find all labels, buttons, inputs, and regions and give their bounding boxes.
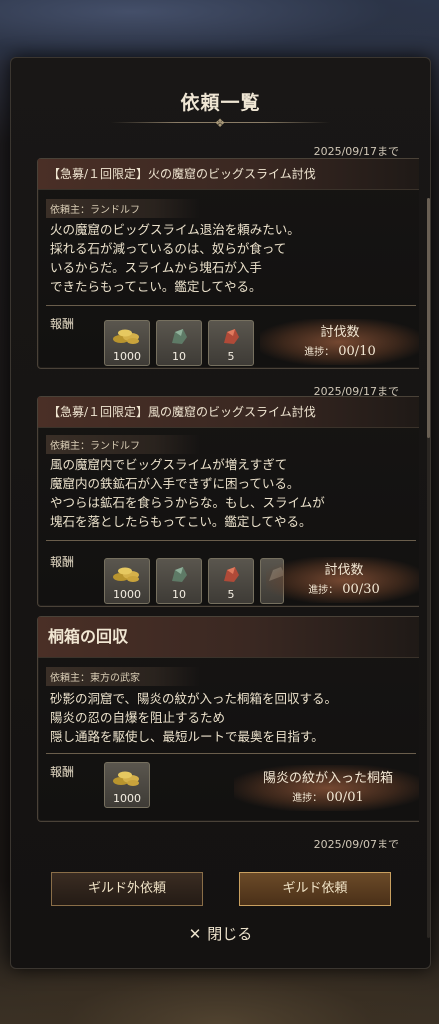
reward-count: 1000 — [113, 792, 141, 805]
guild-quests-button[interactable]: ギルド依頼 — [239, 872, 391, 906]
quest-card[interactable]: 【急募/１回限定】火の魔窟のビッグスライム討伐 依頼主：ランドルフ 火の魔窟のビ… — [37, 158, 419, 369]
goal-name: 陽炎の紋が入った桐箱 — [262, 771, 393, 786]
quest-client: 依頼主：ランドルフ — [46, 435, 200, 454]
reward-label: 報酬 — [50, 765, 75, 779]
close-button[interactable]: ✕ 閉じる — [11, 923, 430, 944]
goal-name: 討伐数 — [320, 325, 360, 340]
reward-count: 10 — [172, 350, 186, 363]
close-label: 閉じる — [207, 925, 253, 943]
reward-count: 10 — [172, 588, 186, 601]
quest-description: 砂影の洞窟で、陽炎の紋が入った桐箱を回収する。 陽炎の忍の自爆を阻止するため 隠… — [50, 691, 338, 744]
scrollbar[interactable] — [427, 198, 430, 938]
quest-goal: 討伐数 進捗： 00/30 — [266, 557, 419, 603]
progress-value: 00/10 — [338, 344, 376, 359]
quest-client: 依頼主：東方の武家 — [46, 667, 200, 686]
goal-name: 討伐数 — [324, 563, 364, 578]
quest-list-panel: 依頼一覧 ❖ 2025/09/17まで 【急募/１回限定】火の魔窟のビッグスライ… — [10, 57, 431, 969]
progress-label: 進捗： — [292, 793, 323, 804]
goal-progress: 進捗： 00/30 — [308, 582, 379, 597]
quest-scroll-area[interactable]: 2025/09/17まで 【急募/１回限定】火の魔窟のビッグスライム討伐 依頼主… — [23, 143, 419, 848]
quest-card[interactable]: 桐箱の回収 依頼主：東方の武家 砂影の洞窟で、陽炎の紋が入った桐箱を回収する。 … — [37, 616, 419, 822]
guild-quests-label: ギルド依頼 — [282, 881, 348, 896]
reward-item[interactable]: 10 — [156, 558, 202, 604]
quest-client: 依頼主：ランドルフ — [46, 199, 200, 218]
quest-description: 風の魔窟内でビッグスライムが増えすぎて 魔窟内の鉄鉱石が入手できずに困っている。… — [50, 457, 325, 529]
quest-title: 【急募/１回限定】風の魔窟のビッグスライム討伐 — [38, 397, 419, 428]
red-ore-icon — [224, 329, 239, 344]
reward-item[interactable]: 1000 — [104, 320, 150, 366]
green-ore-icon — [172, 567, 187, 582]
divider — [46, 753, 416, 754]
background-sky — [0, 0, 439, 60]
progress-value: 00/01 — [326, 790, 364, 805]
red-ore-icon — [224, 567, 239, 582]
outside-guild-quests-button[interactable]: ギルド外依頼 — [51, 872, 203, 906]
reward-item[interactable]: 1000 — [104, 558, 150, 604]
reward-count: 5 — [227, 350, 235, 363]
reward-item[interactable]: 10 — [156, 320, 202, 366]
gold-coins-icon — [113, 329, 139, 344]
reward-label: 報酬 — [50, 555, 75, 569]
quest-title: 桐箱の回収 — [38, 617, 419, 658]
reward-count: 5 — [227, 588, 235, 601]
scrollbar-thumb[interactable] — [427, 198, 430, 438]
gold-coins-icon — [113, 771, 139, 786]
progress-value: 00/30 — [342, 582, 380, 597]
close-icon: ✕ — [188, 925, 202, 943]
panel-title: 依頼一覧 — [180, 92, 261, 114]
quest-description: 火の魔窟のビッグスライム退治を頼みたい。 採れる石が減っているのは、奴らが食って… — [50, 222, 300, 294]
progress-label: 進捗： — [308, 585, 339, 596]
reward-count: 1000 — [113, 350, 141, 363]
goal-progress: 進捗： 00/10 — [304, 344, 375, 359]
outside-guild-quests-label: ギルド外依頼 — [87, 881, 166, 896]
reward-item[interactable]: 5 — [208, 558, 254, 604]
goal-progress: 進捗： 00/01 — [292, 790, 363, 805]
quest-goal: 陽炎の紋が入った桐箱 進捗： 00/01 — [234, 765, 419, 811]
reward-item[interactable]: 5 — [208, 320, 254, 366]
ornament-icon: ❖ — [214, 116, 226, 130]
reward-count: 1000 — [113, 588, 141, 601]
quest-deadline: 2025/09/17まで — [313, 145, 399, 158]
quest-goal: 討伐数 進捗： 00/10 — [260, 319, 419, 365]
divider — [46, 305, 416, 306]
reward-label: 報酬 — [50, 317, 75, 331]
progress-label: 進捗： — [304, 347, 335, 358]
divider — [46, 540, 416, 541]
next-quest-deadline: 2025/09/07まで — [313, 838, 399, 848]
gold-coins-icon — [113, 567, 139, 582]
reward-item[interactable]: 1000 — [104, 762, 150, 808]
quest-card[interactable]: 【急募/１回限定】風の魔窟のビッグスライム討伐 依頼主：ランドルフ 風の魔窟内で… — [37, 396, 419, 607]
quest-title: 【急募/１回限定】火の魔窟のビッグスライム討伐 — [38, 159, 419, 190]
green-ore-icon — [172, 329, 187, 344]
